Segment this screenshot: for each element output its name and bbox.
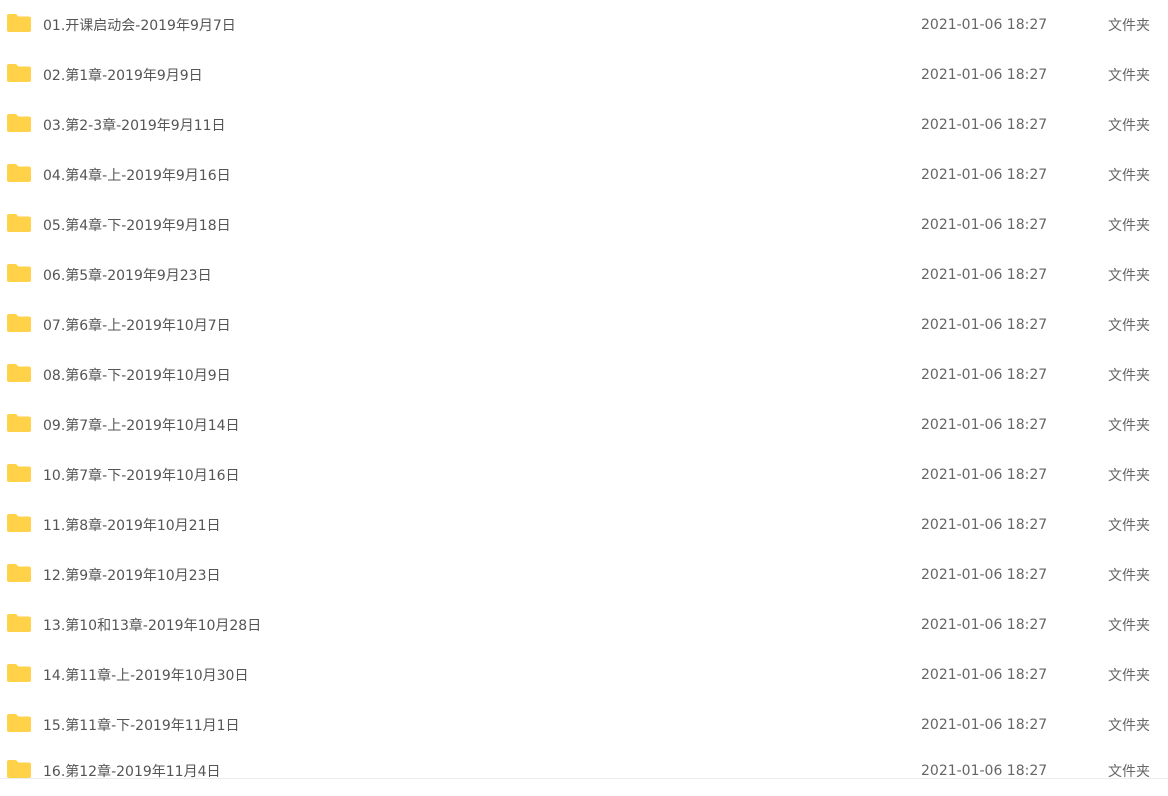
folder-icon	[6, 363, 32, 383]
file-type: 文件夹	[1108, 618, 1150, 634]
modified-date: 2021-01-06 18:27	[921, 117, 1048, 133]
modified-date: 2021-01-06 18:27	[921, 17, 1048, 33]
file-row[interactable]: 06.第5章-2019年9月23日 2021-01-06 18:27 文件夹	[0, 250, 1168, 300]
file-name[interactable]: 08.第6章-下-2019年10月9日	[43, 365, 231, 385]
file-type: 文件夹	[1108, 118, 1150, 134]
folder-icon	[6, 713, 32, 733]
file-row[interactable]: 08.第6章-下-2019年10月9日 2021-01-06 18:27 文件夹	[0, 350, 1168, 400]
file-type: 文件夹	[1108, 68, 1150, 84]
file-type: 文件夹	[1108, 268, 1150, 284]
file-row[interactable]: 03.第2-3章-2019年9月11日 2021-01-06 18:27 文件夹	[0, 100, 1168, 150]
file-row[interactable]: 07.第6章-上-2019年10月7日 2021-01-06 18:27 文件夹	[0, 300, 1168, 350]
file-row[interactable]: 14.第11章-上-2019年10月30日 2021-01-06 18:27 文…	[0, 650, 1168, 700]
file-name[interactable]: 13.第10和13章-2019年10月28日	[43, 615, 261, 635]
folder-icon	[6, 563, 32, 583]
modified-date: 2021-01-06 18:27	[921, 617, 1048, 633]
modified-date: 2021-01-06 18:27	[921, 517, 1048, 533]
modified-date: 2021-01-06 18:27	[921, 763, 1048, 779]
modified-date: 2021-01-06 18:27	[921, 167, 1048, 183]
folder-icon	[6, 63, 32, 83]
file-row[interactable]: 04.第4章-上-2019年9月16日 2021-01-06 18:27 文件夹	[0, 150, 1168, 200]
file-name[interactable]: 15.第11章-下-2019年11月1日	[43, 715, 240, 735]
folder-icon	[6, 613, 32, 633]
list-divider	[0, 778, 1168, 779]
modified-date: 2021-01-06 18:27	[921, 717, 1048, 733]
folder-icon	[6, 463, 32, 483]
file-name[interactable]: 11.第8章-2019年10月21日	[43, 515, 220, 535]
folder-icon	[6, 163, 32, 183]
file-name[interactable]: 10.第7章-下-2019年10月16日	[43, 465, 240, 485]
file-type: 文件夹	[1108, 168, 1150, 184]
file-row[interactable]: 15.第11章-下-2019年11月1日 2021-01-06 18:27 文件…	[0, 700, 1168, 750]
modified-date: 2021-01-06 18:27	[921, 467, 1048, 483]
folder-icon	[6, 13, 32, 33]
folder-icon	[6, 759, 32, 779]
file-type: 文件夹	[1108, 218, 1150, 234]
file-type: 文件夹	[1108, 518, 1150, 534]
file-type: 文件夹	[1108, 18, 1150, 34]
file-row[interactable]: 11.第8章-2019年10月21日 2021-01-06 18:27 文件夹	[0, 500, 1168, 550]
file-row[interactable]: 16.第12章-2019年11月4日 2021-01-06 18:27 文件夹	[0, 746, 1168, 796]
file-name[interactable]: 01.开课启动会-2019年9月7日	[43, 15, 236, 35]
file-row[interactable]: 09.第7章-上-2019年10月14日 2021-01-06 18:27 文件…	[0, 400, 1168, 450]
modified-date: 2021-01-06 18:27	[921, 267, 1048, 283]
folder-icon	[6, 513, 32, 533]
modified-date: 2021-01-06 18:27	[921, 367, 1048, 383]
file-type: 文件夹	[1108, 468, 1150, 484]
folder-icon	[6, 213, 32, 233]
file-type: 文件夹	[1108, 668, 1150, 684]
modified-date: 2021-01-06 18:27	[921, 67, 1048, 83]
file-type: 文件夹	[1108, 368, 1150, 384]
file-type: 文件夹	[1108, 318, 1150, 334]
folder-icon	[6, 263, 32, 283]
file-row[interactable]: 02.第1章-2019年9月9日 2021-01-06 18:27 文件夹	[0, 50, 1168, 100]
file-name[interactable]: 12.第9章-2019年10月23日	[43, 565, 220, 585]
file-name[interactable]: 14.第11章-上-2019年10月30日	[43, 665, 248, 685]
file-name[interactable]: 05.第4章-下-2019年9月18日	[43, 215, 231, 235]
file-name[interactable]: 02.第1章-2019年9月9日	[43, 65, 203, 85]
modified-date: 2021-01-06 18:27	[921, 667, 1048, 683]
folder-icon	[6, 113, 32, 133]
file-row[interactable]: 01.开课启动会-2019年9月7日 2021-01-06 18:27 文件夹	[0, 0, 1168, 50]
file-name[interactable]: 04.第4章-上-2019年9月16日	[43, 165, 231, 185]
file-row[interactable]: 13.第10和13章-2019年10月28日 2021-01-06 18:27 …	[0, 600, 1168, 650]
file-list: 01.开课启动会-2019年9月7日 2021-01-06 18:27 文件夹 …	[0, 0, 1168, 786]
modified-date: 2021-01-06 18:27	[921, 217, 1048, 233]
file-type: 文件夹	[1108, 568, 1150, 584]
file-type: 文件夹	[1108, 718, 1150, 734]
file-type: 文件夹	[1108, 418, 1150, 434]
file-row[interactable]: 12.第9章-2019年10月23日 2021-01-06 18:27 文件夹	[0, 550, 1168, 600]
file-name[interactable]: 06.第5章-2019年9月23日	[43, 265, 212, 285]
file-row[interactable]: 10.第7章-下-2019年10月16日 2021-01-06 18:27 文件…	[0, 450, 1168, 500]
folder-icon	[6, 663, 32, 683]
file-name[interactable]: 03.第2-3章-2019年9月11日	[43, 115, 226, 135]
file-row[interactable]: 05.第4章-下-2019年9月18日 2021-01-06 18:27 文件夹	[0, 200, 1168, 250]
modified-date: 2021-01-06 18:27	[921, 417, 1048, 433]
modified-date: 2021-01-06 18:27	[921, 317, 1048, 333]
folder-icon	[6, 413, 32, 433]
modified-date: 2021-01-06 18:27	[921, 567, 1048, 583]
folder-icon	[6, 313, 32, 333]
file-name[interactable]: 07.第6章-上-2019年10月7日	[43, 315, 231, 335]
file-name[interactable]: 09.第7章-上-2019年10月14日	[43, 415, 240, 435]
